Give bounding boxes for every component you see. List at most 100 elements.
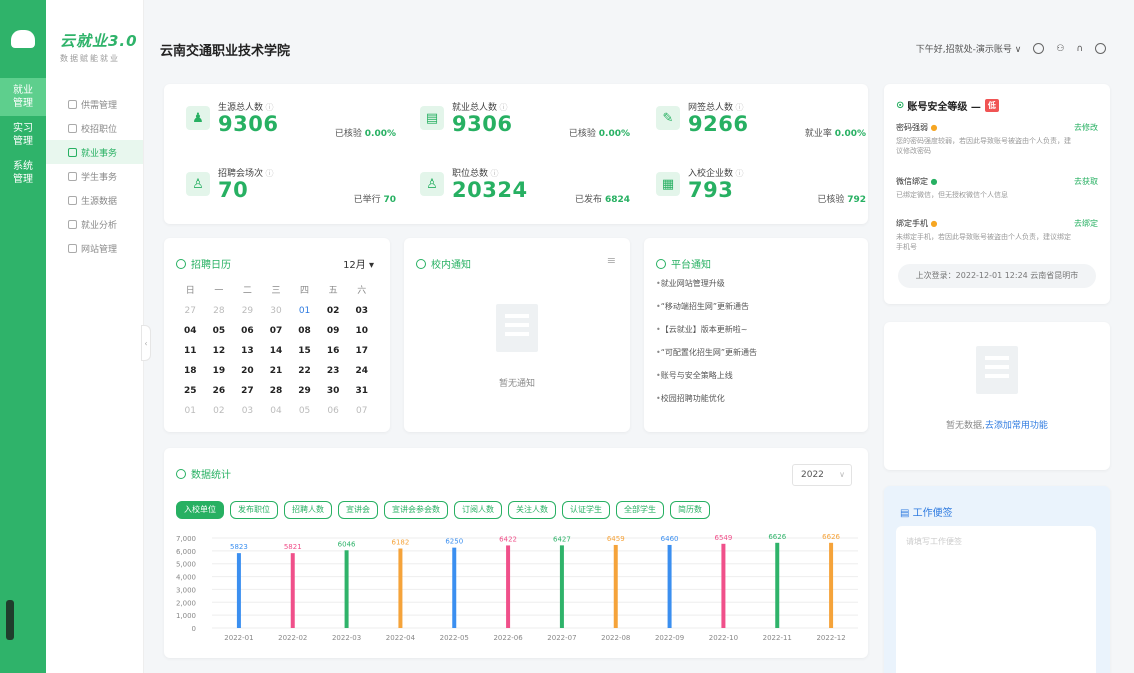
calendar-day[interactable]: 04 — [262, 404, 291, 418]
calendar-day[interactable]: 12 — [205, 344, 234, 358]
notice-item[interactable]: 账号与安全策略上线 — [656, 370, 757, 393]
calendar-day[interactable]: 01 — [290, 304, 319, 318]
bell-icon[interactable]: ∩ — [1076, 44, 1083, 54]
sidebar-item-source[interactable]: 生源数据 — [46, 188, 143, 212]
calendar-day[interactable]: 04 — [176, 324, 205, 338]
stat-card[interactable]: ✎ 网签总人数 9266 就业率 0.00% — [646, 94, 866, 150]
calendar-day[interactable]: 01 — [176, 404, 205, 418]
help-icon[interactable] — [1095, 43, 1106, 54]
stats-tab[interactable]: 简历数 — [670, 501, 710, 519]
calendar-day[interactable]: 29 — [290, 384, 319, 398]
calendar-day[interactable]: 25 — [176, 384, 205, 398]
stat-card[interactable]: ♙ 职位总数 20324 已发布 6824 — [410, 160, 630, 216]
calendar-day[interactable]: 02 — [205, 404, 234, 418]
notice-item[interactable]: “可配置化招生网”更新通告 — [656, 347, 757, 370]
calendar-day[interactable]: 16 — [319, 344, 348, 358]
add-shortcut-link[interactable]: 去添加常用功能 — [985, 421, 1048, 431]
user-icon[interactable]: ⚇ — [1056, 44, 1064, 54]
bar[interactable] — [344, 550, 349, 628]
stats-tab[interactable]: 招聘人数 — [284, 501, 332, 519]
bar[interactable] — [667, 544, 672, 628]
calendar-day[interactable]: 28 — [262, 384, 291, 398]
calendar-day[interactable]: 27 — [176, 304, 205, 318]
calendar-day[interactable]: 06 — [319, 404, 348, 418]
calendar-day[interactable]: 26 — [205, 384, 234, 398]
calendar-day[interactable]: 31 — [347, 384, 376, 398]
calendar-day[interactable]: 10 — [347, 324, 376, 338]
sidebar-item-website[interactable]: 网站管理 — [46, 236, 143, 260]
calendar-day[interactable]: 27 — [233, 384, 262, 398]
calendar-day[interactable]: 11 — [176, 344, 205, 358]
calendar-day[interactable]: 09 — [319, 324, 348, 338]
bar[interactable] — [775, 542, 780, 628]
calendar-day[interactable]: 15 — [290, 344, 319, 358]
rail-item-internship[interactable]: 实习 管理 — [0, 116, 46, 154]
app-logo[interactable] — [0, 0, 46, 78]
drag-handle[interactable] — [6, 600, 14, 640]
bar[interactable] — [452, 547, 457, 628]
calendar-day[interactable]: 24 — [347, 364, 376, 378]
globe-icon[interactable] — [1033, 43, 1045, 54]
bar[interactable] — [290, 553, 295, 628]
stats-tab[interactable]: 认证学生 — [562, 501, 610, 519]
calendar-day[interactable]: 21 — [262, 364, 291, 378]
year-select[interactable]: 2022 — [792, 464, 852, 486]
notice-item[interactable]: 【云就业】版本更新啦~ — [656, 324, 757, 347]
change-password-link[interactable]: 去修改 — [1074, 122, 1098, 133]
calendar-day[interactable]: 30 — [262, 304, 291, 318]
calendar-day[interactable]: 07 — [262, 324, 291, 338]
stat-card[interactable]: ♙ 招聘会场次 70 已举行 70 — [176, 160, 396, 216]
sidebar-item-analysis[interactable]: 就业分析 — [46, 212, 143, 236]
bar[interactable] — [721, 543, 726, 628]
menu-icon[interactable]: ≡ — [607, 254, 616, 267]
calendar-day[interactable]: 14 — [262, 344, 291, 358]
stat-card[interactable]: ▤ 就业总人数 9306 已核验 0.00% — [410, 94, 630, 150]
calendar-day[interactable]: 07 — [347, 404, 376, 418]
stats-tab[interactable]: 全部学生 — [616, 501, 664, 519]
calendar-day[interactable]: 20 — [233, 364, 262, 378]
stat-card[interactable]: ▦ 入校企业数 793 已核验 792 — [646, 160, 866, 216]
calendar-day[interactable]: 13 — [233, 344, 262, 358]
stats-tab[interactable]: 发布职位 — [230, 501, 278, 519]
rail-item-employment[interactable]: 就业 管理 — [0, 78, 46, 116]
calendar-day[interactable]: 28 — [205, 304, 234, 318]
stats-tab[interactable]: 宣讲会 — [338, 501, 378, 519]
calendar-day[interactable]: 17 — [347, 344, 376, 358]
bar[interactable] — [613, 544, 618, 628]
sidebar-item-students[interactable]: 学生事务 — [46, 164, 143, 188]
calendar-day[interactable]: 05 — [290, 404, 319, 418]
sidebar-item-jobs[interactable]: 校招职位 — [46, 116, 143, 140]
calendar-day[interactable]: 29 — [233, 304, 262, 318]
bar[interactable] — [236, 553, 241, 628]
stats-tab[interactable]: 关注人数 — [508, 501, 556, 519]
calendar-day[interactable]: 30 — [319, 384, 348, 398]
collapse-sidebar-button[interactable]: ‹ — [141, 325, 151, 361]
calendar-day[interactable]: 03 — [233, 404, 262, 418]
bar[interactable] — [398, 548, 403, 628]
calendar-day[interactable]: 23 — [319, 364, 348, 378]
notice-item[interactable]: “移动端招生网”更新通告 — [656, 301, 757, 324]
rail-item-system[interactable]: 系统 管理 — [0, 154, 46, 192]
month-select[interactable]: 12月 ▾ — [343, 256, 374, 271]
sidebar-item-affairs[interactable]: 就业事务 — [46, 140, 143, 164]
bind-phone-link[interactable]: 去绑定 — [1074, 218, 1098, 229]
calendar-day[interactable]: 06 — [233, 324, 262, 338]
stats-tab[interactable]: 入校单位 — [176, 501, 224, 519]
user-menu[interactable]: 下午好,招就处-演示账号 ∨ — [916, 42, 1022, 55]
bar[interactable] — [829, 542, 834, 628]
calendar-day[interactable]: 18 — [176, 364, 205, 378]
calendar-day[interactable]: 05 — [205, 324, 234, 338]
calendar-day[interactable]: 02 — [319, 304, 348, 318]
stats-tab[interactable]: 宣讲会参会数 — [384, 501, 448, 519]
calendar-day[interactable]: 22 — [290, 364, 319, 378]
stats-tab[interactable]: 订阅人数 — [454, 501, 502, 519]
calendar-day[interactable]: 08 — [290, 324, 319, 338]
sidebar-item-supply[interactable]: 供需管理 — [46, 92, 143, 116]
memo-input[interactable]: 请填写工作便签 — [896, 526, 1096, 673]
calendar-day[interactable]: 19 — [205, 364, 234, 378]
calendar-day[interactable]: 03 — [347, 304, 376, 318]
bar[interactable] — [506, 545, 511, 628]
notice-item[interactable]: 就业网站管理升级 — [656, 278, 757, 301]
notice-item[interactable]: 校园招聘功能优化 — [656, 393, 757, 416]
bar[interactable] — [559, 545, 564, 628]
